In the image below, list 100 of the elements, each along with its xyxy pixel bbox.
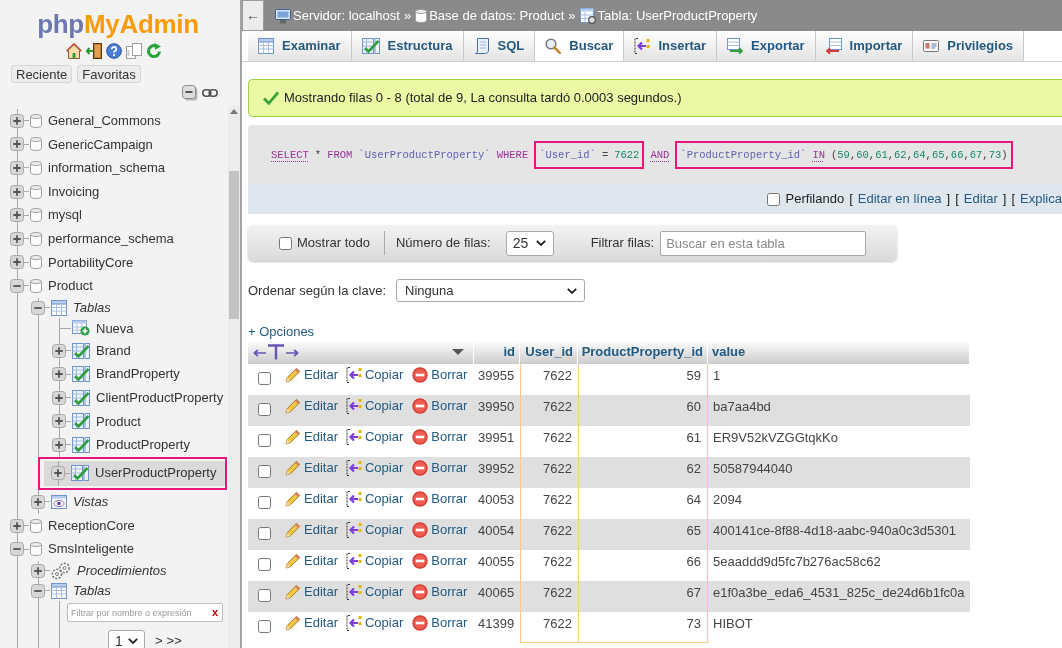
database-item[interactable]: ReceptionCore (10, 513, 135, 538)
table-item[interactable]: Product (52, 409, 141, 434)
collapse-all-icon[interactable] (182, 85, 198, 101)
plus-icon[interactable] (52, 414, 66, 429)
tree-group-item[interactable]: Procedimientos (31, 560, 167, 581)
sort-select[interactable]: Ninguna (396, 279, 586, 302)
chain-link-icon[interactable] (202, 89, 218, 97)
column-header[interactable]: id (474, 340, 520, 364)
filter-rows-field[interactable]: Buscar en esta tabla (660, 230, 867, 256)
help-icon[interactable] (106, 43, 122, 59)
row-checkbox[interactable] (258, 620, 271, 633)
plus-icon[interactable] (10, 113, 24, 128)
profiling-link[interactable]: Editar (963, 189, 998, 209)
back-button[interactable]: ← (242, 0, 264, 31)
show-all-checkbox[interactable] (279, 236, 292, 250)
copy-link[interactable]: Copiar (345, 553, 404, 569)
page-select[interactable]: 1 (108, 629, 145, 648)
delete-link[interactable]: Borrar (412, 367, 468, 383)
delete-link[interactable]: Borrar (412, 398, 468, 414)
column-header[interactable]: ProductProperty_id (578, 340, 708, 364)
edit-link[interactable]: Editar (285, 553, 338, 569)
filter-field[interactable]: Filtrar por nombre o expresión x (67, 603, 223, 623)
last-page-link[interactable]: >> (166, 632, 182, 648)
home-icon[interactable] (66, 43, 82, 59)
table-item[interactable]: BrandProperty (52, 362, 180, 386)
sql-keyword-link[interactable]: SELECT (271, 148, 309, 161)
edit-link[interactable]: Editar (285, 615, 338, 631)
scroll-up-icon[interactable] (230, 109, 238, 114)
edit-link[interactable]: Editar (285, 491, 338, 507)
column-header[interactable]: User_id (520, 340, 578, 364)
edit-link[interactable]: Editar (285, 367, 338, 383)
table-item[interactable]: Brand (52, 338, 131, 363)
reload-icon[interactable] (146, 43, 162, 59)
delete-link[interactable]: Borrar (412, 491, 468, 507)
delete-link[interactable]: Borrar (412, 522, 468, 538)
scrollbar-thumb[interactable] (229, 171, 239, 319)
plus-icon[interactable] (10, 518, 24, 533)
copy-link[interactable]: Copiar (345, 460, 404, 476)
tab[interactable]: Privilegios (913, 31, 1025, 61)
plus-icon[interactable] (10, 231, 24, 246)
copy-link[interactable]: Copiar (345, 615, 404, 631)
profiling-link[interactable]: Explica (1020, 189, 1062, 209)
tree-group-item[interactable]: Tablas (31, 580, 111, 601)
next-page-link[interactable]: > (155, 632, 163, 648)
tree-group-item[interactable]: Vistas (31, 489, 109, 514)
database-item[interactable]: PortabilityCore (10, 250, 134, 275)
edit-link[interactable]: Editar (285, 522, 338, 538)
tab[interactable]: Exportar (717, 31, 816, 61)
column-header[interactable]: value (708, 340, 970, 364)
plus-icon[interactable] (52, 390, 66, 405)
copy-link[interactable]: Copiar (345, 398, 404, 414)
database-item[interactable]: Product (10, 274, 93, 298)
panel-button[interactable]: Reciente (11, 65, 73, 83)
edit-link[interactable]: Editar (285, 460, 338, 476)
row-checkbox[interactable] (258, 496, 271, 509)
profiling-link[interactable]: Editar en línea (857, 189, 942, 209)
plus-icon[interactable] (52, 367, 66, 382)
sql-keyword-link[interactable]: IN (812, 148, 825, 161)
clear-button[interactable]: x (211, 607, 218, 619)
plus-icon[interactable] (52, 343, 66, 358)
copy-link[interactable]: Copiar (345, 491, 404, 507)
table-item[interactable]: ClientProductProperty (52, 385, 224, 410)
plus-icon[interactable] (10, 208, 24, 223)
delete-link[interactable]: Borrar (412, 584, 468, 600)
edit-link[interactable]: Editar (285, 584, 338, 600)
plus-icon[interactable] (31, 494, 45, 509)
database-item[interactable]: General_Commons (10, 109, 161, 133)
plus-icon[interactable] (10, 161, 24, 175)
delete-link[interactable]: Borrar (412, 460, 468, 476)
database-item[interactable]: Invoicing (10, 179, 100, 204)
tab[interactable]: Estructura (351, 31, 464, 61)
dropdown-triangle-icon[interactable] (452, 349, 464, 355)
minus-icon[interactable] (31, 300, 45, 315)
delete-link[interactable]: Borrar (412, 429, 468, 445)
plus-icon[interactable] (31, 563, 45, 578)
row-checkbox[interactable] (258, 372, 271, 385)
tab[interactable]: SQL (463, 31, 536, 61)
plus-icon[interactable] (10, 184, 24, 199)
database-item[interactable]: mysql (10, 203, 82, 227)
edit-link[interactable]: Editar (285, 429, 338, 445)
tree-group-item[interactable]: Tablas (31, 297, 111, 318)
row-checkbox[interactable] (258, 465, 271, 478)
tab[interactable]: Insertar (624, 31, 718, 61)
minus-icon[interactable] (31, 583, 45, 598)
edit-link[interactable]: Editar (285, 398, 338, 414)
panel-button[interactable]: Favoritas (77, 65, 141, 83)
minus-icon[interactable] (10, 278, 24, 293)
copy-link[interactable]: Copiar (345, 584, 404, 600)
plus-icon[interactable] (10, 137, 24, 152)
delete-link[interactable]: Borrar (412, 615, 468, 631)
column-arrows-icon[interactable] (253, 344, 299, 360)
copy-link[interactable]: Copiar (345, 429, 404, 445)
minus-icon[interactable] (10, 542, 24, 557)
new-table-item[interactable]: Nueva (52, 317, 134, 339)
database-item[interactable]: GenericCampaign (10, 132, 153, 157)
plus-icon[interactable] (52, 437, 66, 452)
copy-link[interactable]: Copiar (345, 367, 404, 383)
rows-select[interactable]: 25 (505, 230, 554, 256)
tab[interactable]: Examinar (248, 31, 352, 61)
options-link[interactable]: + Opciones (248, 324, 315, 340)
